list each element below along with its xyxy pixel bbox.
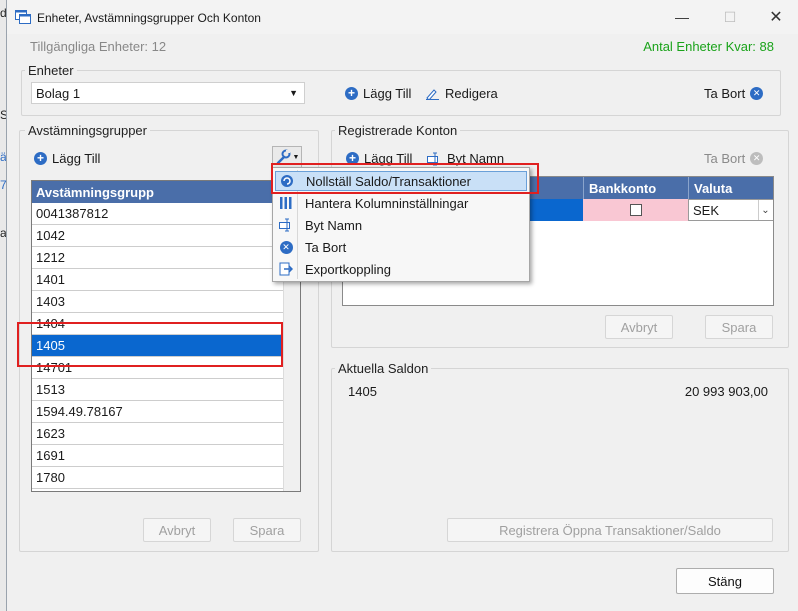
accounts-save-button[interactable]: Spara [705, 315, 773, 339]
groups-add-button[interactable]: + Lägg Till [34, 151, 100, 166]
enheter-edit-label: Redigera [445, 86, 498, 101]
columns-icon [275, 196, 297, 210]
accounts-delete-button[interactable]: Ta Bort ✕ [704, 151, 764, 166]
groups-column-header: Avstämningsgrupp [32, 181, 300, 203]
menu-item-export[interactable]: Exportkoppling [275, 259, 527, 279]
group-row[interactable]: 1691 [32, 445, 284, 467]
window-title: Enheter, Avstämningsgrupper Och Konton [37, 11, 261, 25]
menu-item-label: Hantera Kolumninställningar [305, 195, 469, 211]
enheter-group-label: Enheter [25, 63, 77, 78]
balance-amount: 20 993 903,00 [684, 384, 768, 399]
group-row[interactable]: 1403 [32, 291, 284, 313]
minimize-button[interactable]: — [659, 4, 705, 30]
group-row[interactable]: 0041387812 [32, 203, 284, 225]
group-row[interactable]: 1212 [32, 247, 284, 269]
bank-account-column-header: Bankkonto [583, 177, 688, 199]
groups-cancel-button[interactable]: Avbryt [143, 518, 211, 542]
highlight-annotation-menu [271, 163, 539, 194]
enheter-delete-button[interactable]: Ta Bort ✕ [704, 86, 764, 101]
groups-save-button[interactable]: Spara [233, 518, 301, 542]
chevron-down-icon: ⌄ [758, 200, 772, 220]
dialog-window: Enheter, Avstämningsgrupper Och Konton —… [6, 0, 798, 611]
close-button[interactable]: Stäng [676, 568, 774, 594]
currency-select[interactable]: SEK ⌄ [688, 199, 773, 221]
accounts-panel-label: Registrerade Konton [335, 123, 461, 138]
menu-item-columns[interactable]: Hantera Kolumninställningar [275, 193, 527, 213]
plus-icon: + [345, 87, 358, 100]
menu-item-label: Ta Bort [305, 239, 347, 255]
window-icon [15, 10, 31, 24]
maximize-icon: ☐ [723, 8, 737, 25]
currency-column-header: Valuta [688, 177, 773, 199]
rename-icon [275, 218, 297, 232]
delete-icon: ✕ [750, 152, 764, 165]
menu-item-label: Exportkoppling [305, 261, 391, 277]
export-icon [275, 262, 297, 276]
enheter-edit-button[interactable]: Redigera [425, 86, 498, 101]
maximize-button: ☐ [707, 4, 753, 30]
dropdown-arrow-icon: ▼ [292, 153, 300, 161]
enheter-add-button[interactable]: + Lägg Till [345, 86, 411, 101]
bank-account-checkbox[interactable] [629, 204, 642, 216]
enheter-delete-label: Ta Bort [704, 86, 746, 101]
balances-panel-label: Aktuella Saldon [335, 361, 432, 376]
edit-icon [426, 89, 439, 100]
enheter-select-value: Bolag 1 [36, 85, 81, 101]
groups-add-label: Lägg Till [52, 151, 101, 166]
title-bar: Enheter, Avstämningsgrupper Och Konton —… [7, 0, 798, 34]
close-icon: ✕ [769, 9, 783, 26]
accounts-delete-label: Ta Bort [704, 151, 746, 166]
group-row[interactable]: 1594.49.78167 [32, 401, 284, 423]
units-left-label: Antal Enheter Kvar: 88 [643, 39, 774, 54]
menu-item-rename[interactable]: Byt Namn [275, 215, 527, 235]
balance-group-name: 1405 [348, 384, 377, 399]
groups-panel-label: Avstämningsgrupper [25, 123, 150, 138]
group-row[interactable]: 1401 [32, 269, 284, 291]
register-open-transactions-button[interactable]: Registrera Öppna Transaktioner/Saldo [447, 518, 773, 542]
available-units-label: Tillgängliga Enheter: 12 [30, 39, 167, 54]
highlight-annotation-row [17, 322, 283, 367]
minimize-icon: — [675, 9, 689, 25]
group-row[interactable]: 1513 [32, 379, 284, 401]
group-row[interactable]: 1042 [32, 225, 284, 247]
currency-value: SEK [693, 202, 720, 218]
plus-icon: + [34, 152, 47, 165]
group-row[interactable]: 1780 [32, 467, 284, 489]
accounts-cancel-button[interactable]: Avbryt [605, 315, 673, 339]
group-row[interactable]: 1623 [32, 423, 284, 445]
enheter-add-label: Lägg Till [363, 86, 412, 101]
dropdown-arrow-icon: ▼ [289, 88, 298, 98]
delete-icon: ✕ [275, 240, 297, 254]
menu-item-label: Byt Namn [305, 217, 363, 233]
delete-icon: ✕ [750, 87, 764, 100]
menu-item-delete[interactable]: ✕ Ta Bort [275, 237, 527, 257]
close-window-button[interactable]: ✕ [753, 4, 798, 30]
bank-account-cell[interactable] [583, 199, 688, 221]
enheter-select[interactable]: Bolag 1 ▼ [31, 82, 305, 104]
